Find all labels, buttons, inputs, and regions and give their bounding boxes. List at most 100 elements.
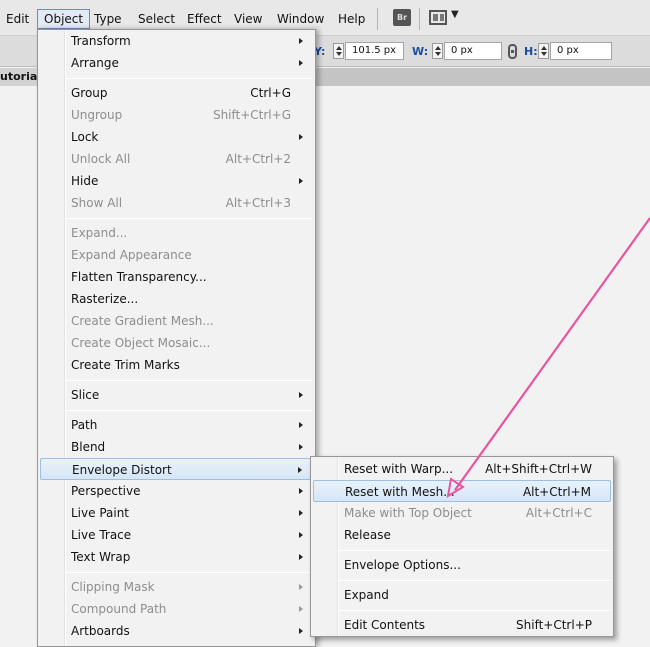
menu-item-clipping-mask[interactable]: Clipping Mask [40, 576, 313, 598]
menu-item-expand-appearance[interactable]: Expand Appearance [40, 244, 313, 266]
menu-separator [66, 410, 312, 411]
menu-item-text-wrap[interactable]: Text Wrap [40, 546, 313, 568]
menu-item-label: Reset with Warp... [344, 462, 454, 476]
submenu-arrow-icon [299, 532, 303, 538]
menu-separator [339, 580, 611, 581]
menu-item-transform[interactable]: Transform [40, 30, 313, 52]
constrain-proportions-icon[interactable] [508, 44, 517, 59]
menu-item-label: Rasterize... [71, 292, 139, 306]
submenu-arrow-icon [299, 38, 303, 44]
menu-item-create-object-mosaic[interactable]: Create Object Mosaic... [40, 332, 313, 354]
menu-item-shortcut: Alt+Ctrl+M [522, 485, 591, 499]
menu-item-label: Create Object Mosaic... [71, 336, 211, 350]
menu-item-expand-envelope[interactable]: Expand [313, 584, 611, 606]
menu-item-ungroup[interactable]: Ungroup Shift+Ctrl+G [40, 104, 313, 126]
document-tab[interactable]: utorialS [0, 68, 40, 86]
menu-item-create-gradient-mesh[interactable]: Create Gradient Mesh... [40, 310, 313, 332]
menu-item-lock[interactable]: Lock [40, 126, 313, 148]
menu-edit[interactable]: Edit [0, 9, 35, 29]
menu-item-label: Expand [344, 588, 389, 602]
menu-item-slice[interactable]: Slice [40, 384, 313, 406]
w-label: W: [412, 45, 429, 58]
menu-type[interactable]: Type [88, 9, 128, 29]
menu-item-label: Make with Top Object [344, 506, 472, 520]
menu-item-shortcut: Shift+Ctrl+G [212, 108, 291, 122]
menu-object[interactable]: Object [37, 9, 91, 29]
menu-item-label: Live Paint [71, 506, 130, 520]
menu-item-label: Unlock All [71, 152, 131, 166]
menu-item-label: Ungroup [71, 108, 123, 122]
w-stepper[interactable] [432, 43, 443, 59]
menu-item-compound-path[interactable]: Compound Path [40, 598, 313, 620]
submenu-arrow-icon [299, 422, 303, 428]
menu-item-label: Text Wrap [71, 550, 131, 564]
menu-item-label: Artboards [71, 624, 130, 638]
menu-item-unlock-all[interactable]: Unlock All Alt+Ctrl+2 [40, 148, 313, 170]
menu-item-shortcut: Alt+Ctrl+3 [225, 196, 291, 210]
y-stepper[interactable] [333, 43, 344, 59]
menu-item-shortcut: Shift+Ctrl+P [516, 618, 592, 632]
menu-select[interactable]: Select [132, 9, 181, 29]
dropdown-arrow-icon[interactable]: ▼ [451, 9, 459, 20]
w-field[interactable]: 0 px [444, 42, 502, 60]
menu-item-flatten-transparency[interactable]: Flatten Transparency... [40, 266, 313, 288]
menu-item-expand[interactable]: Expand... [40, 222, 313, 244]
menu-item-hide[interactable]: Hide [40, 170, 313, 192]
submenu-arrow-icon [299, 178, 303, 184]
submenu-arrow-icon [298, 467, 302, 473]
menu-help[interactable]: Help [332, 9, 371, 29]
h-field[interactable]: 0 px [550, 42, 612, 60]
menu-item-live-trace[interactable]: Live Trace [40, 524, 313, 546]
menu-item-shortcut: Alt+Ctrl+C [525, 506, 592, 520]
workspace-switcher-icon[interactable] [429, 10, 447, 25]
menu-item-envelope-distort[interactable]: Envelope Distort [40, 458, 313, 480]
menu-item-label: Reset with Mesh... [345, 485, 455, 499]
menu-item-label: Flatten Transparency... [71, 270, 207, 284]
menu-item-arrange[interactable]: Arrange [40, 52, 313, 74]
menu-item-artboards[interactable]: Artboards [40, 620, 313, 642]
menu-item-reset-with-mesh[interactable]: Reset with Mesh... Alt+Ctrl+M [313, 480, 611, 502]
submenu-arrow-icon [299, 488, 303, 494]
menu-item-group[interactable]: Group Ctrl+G [40, 82, 313, 104]
menu-item-make-with-top-object[interactable]: Make with Top Object Alt+Ctrl+C [313, 502, 611, 524]
submenu-arrow-icon [299, 444, 303, 450]
submenu-arrow-icon [299, 584, 303, 590]
h-stepper[interactable] [538, 43, 549, 59]
menu-item-perspective[interactable]: Perspective [40, 480, 313, 502]
menu-item-label: Path [71, 418, 98, 432]
envelope-distort-submenu: Reset with Warp... Alt+Shift+Ctrl+W Reset… [310, 456, 614, 637]
y-field[interactable]: 101.5 px [345, 42, 404, 60]
menu-item-label: Slice [71, 388, 100, 402]
submenu-arrow-icon [299, 60, 303, 66]
object-menu: Transform Arrange Group Ctrl+G Ungroup Shi… [37, 29, 316, 647]
menu-item-reset-with-warp[interactable]: Reset with Warp... Alt+Shift+Ctrl+W [313, 458, 611, 480]
h-label: H: [524, 45, 538, 58]
menu-item-label: Expand... [71, 226, 128, 240]
menu-window[interactable]: Window [271, 9, 330, 29]
submenu-arrow-icon [299, 510, 303, 516]
menu-item-blend[interactable]: Blend [40, 436, 313, 458]
menu-item-envelope-options[interactable]: Envelope Options... [313, 554, 611, 576]
submenu-arrow-icon [299, 392, 303, 398]
menu-item-label: Envelope Distort [72, 463, 172, 477]
menu-item-live-paint[interactable]: Live Paint [40, 502, 313, 524]
menu-item-create-trim-marks[interactable]: Create Trim Marks [40, 354, 313, 376]
menu-item-label: Compound Path [71, 602, 167, 616]
menu-item-label: Create Gradient Mesh... [71, 314, 214, 328]
menu-effect[interactable]: Effect [181, 9, 228, 29]
menu-view[interactable]: View [228, 9, 268, 29]
menu-separator [66, 78, 312, 79]
menu-item-label: Expand Appearance [71, 248, 192, 262]
menu-item-label: Group [71, 86, 108, 100]
menu-item-release[interactable]: Release [313, 524, 611, 546]
menu-item-show-all[interactable]: Show All Alt+Ctrl+3 [40, 192, 313, 214]
bridge-button[interactable]: Br [393, 9, 411, 26]
menu-item-label: Perspective [71, 484, 141, 498]
menu-item-label: Arrange [71, 56, 119, 70]
submenu-arrow-icon [299, 134, 303, 140]
menu-separator [66, 572, 312, 573]
menu-item-label: Live Trace [71, 528, 132, 542]
menu-item-edit-contents[interactable]: Edit Contents Shift+Ctrl+P [313, 614, 611, 636]
menu-item-rasterize[interactable]: Rasterize... [40, 288, 313, 310]
menu-item-path[interactable]: Path [40, 414, 313, 436]
